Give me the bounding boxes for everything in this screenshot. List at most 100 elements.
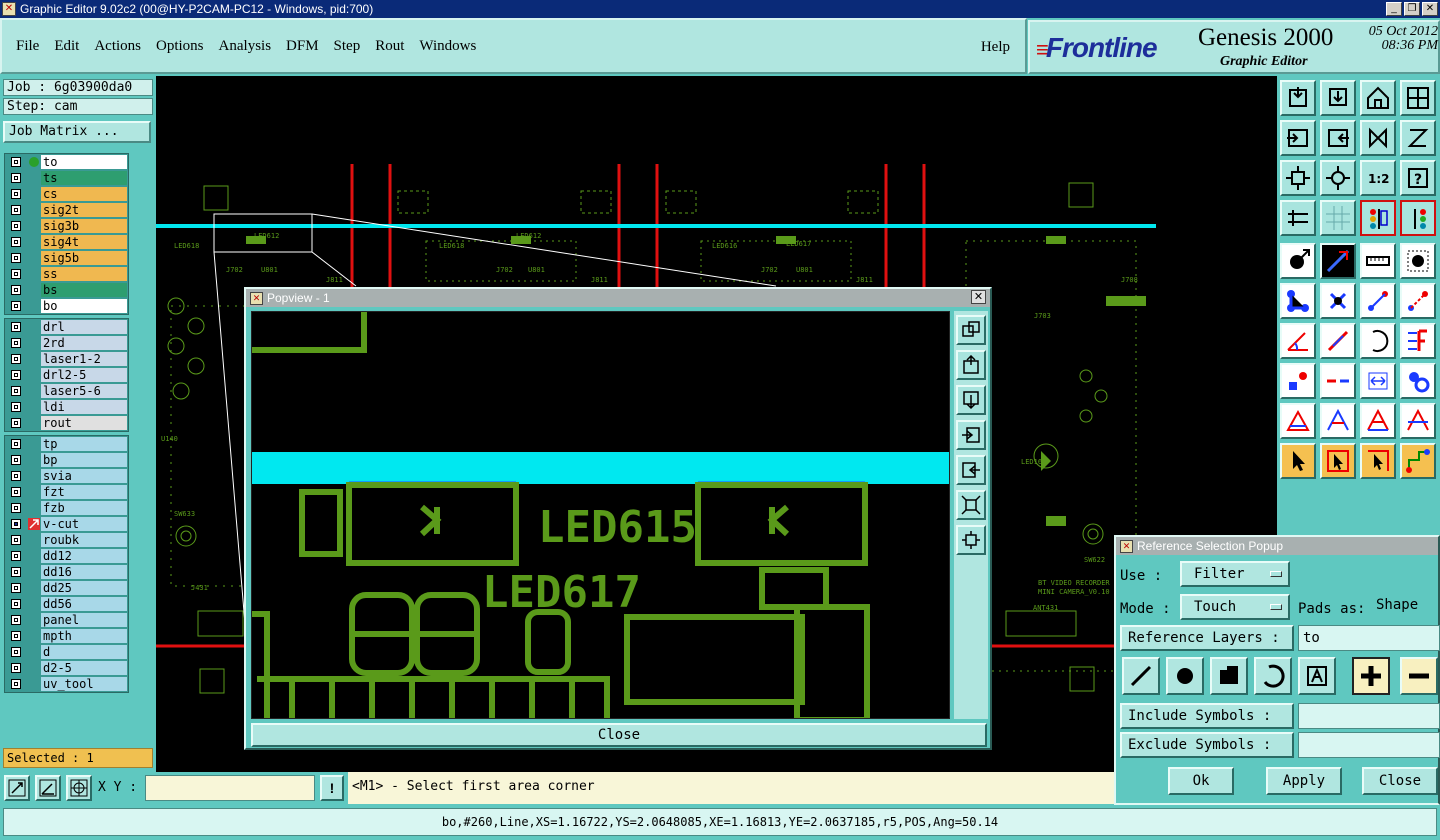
- layer-name[interactable]: ss: [41, 267, 127, 281]
- ref-include-plus-icon[interactable]: [1352, 657, 1390, 695]
- layer-name[interactable]: d: [41, 645, 127, 659]
- layer-row-rout[interactable]: rout: [5, 415, 128, 431]
- zoom-home-icon[interactable]: [1280, 80, 1316, 116]
- layer-checkbox[interactable]: [11, 221, 21, 231]
- break-icon[interactable]: [1320, 363, 1356, 399]
- layer-name[interactable]: dd56: [41, 597, 127, 611]
- layer-name[interactable]: mpth: [41, 629, 127, 643]
- layer-name[interactable]: d2-5: [41, 661, 127, 675]
- layer-name[interactable]: rout: [41, 416, 127, 430]
- layer-name[interactable]: sig5b: [41, 251, 127, 265]
- layer-checkbox[interactable]: [11, 615, 21, 625]
- pointer-area-icon[interactable]: [1360, 443, 1396, 479]
- pads-as-value[interactable]: Shape: [1370, 594, 1440, 620]
- layer-checkbox[interactable]: [11, 402, 21, 412]
- layer-checkbox[interactable]: [11, 285, 21, 295]
- popview-zoom-in-icon[interactable]: [956, 350, 986, 380]
- center-icon[interactable]: [1320, 160, 1356, 196]
- layer-row-2rd[interactable]: 2rd: [5, 335, 128, 351]
- restore-button[interactable]: ❐: [1404, 2, 1420, 16]
- reference-layers-input[interactable]: to: [1298, 625, 1440, 651]
- layer-row-sig2t[interactable]: sig2t: [5, 202, 128, 218]
- popview-zoom-out-icon[interactable]: [956, 385, 986, 415]
- mirror-icon[interactable]: [1360, 120, 1396, 156]
- layer-name[interactable]: v-cut: [41, 517, 127, 531]
- layer-name[interactable]: cs: [41, 187, 127, 201]
- copy-icon[interactable]: [1400, 283, 1436, 319]
- ref-exclude-minus-icon[interactable]: [1400, 657, 1438, 695]
- job-matrix-button[interactable]: Job Matrix ...: [3, 121, 151, 143]
- layer-checkbox[interactable]: [11, 455, 21, 465]
- layer-checkbox[interactable]: [11, 599, 21, 609]
- layer-checkbox[interactable]: [11, 253, 21, 263]
- layer-checkbox[interactable]: [11, 173, 21, 183]
- layer-checkbox[interactable]: [11, 269, 21, 279]
- select-feature-icon[interactable]: [1280, 243, 1316, 279]
- layer-name[interactable]: svia: [41, 469, 127, 483]
- use-select[interactable]: Filter: [1180, 561, 1290, 587]
- minimize-button[interactable]: _: [1386, 2, 1402, 16]
- layer-name[interactable]: laser1-2: [41, 352, 127, 366]
- layer-row-panel[interactable]: panel: [5, 612, 128, 628]
- measure-angle-icon[interactable]: [35, 775, 61, 801]
- home-icon[interactable]: [1360, 80, 1396, 116]
- mode-select[interactable]: Touch: [1180, 594, 1290, 620]
- layer-checkbox[interactable]: [11, 354, 21, 364]
- zoom-down-icon[interactable]: [1320, 80, 1356, 116]
- layer-row-laser1-2[interactable]: laser1-2: [5, 351, 128, 367]
- layer-name[interactable]: roubk: [41, 533, 127, 547]
- layer-checkbox[interactable]: [11, 551, 21, 561]
- menu-dfm[interactable]: DFM: [286, 38, 319, 55]
- delete-icon[interactable]: [1320, 283, 1356, 319]
- menu-edit[interactable]: Edit: [54, 38, 79, 55]
- include-symbols-input[interactable]: [1298, 703, 1440, 729]
- layer-checkbox[interactable]: [11, 418, 21, 428]
- measure-icon[interactable]: [1280, 200, 1316, 236]
- layer-checkbox[interactable]: [11, 189, 21, 199]
- pointer-box-icon[interactable]: [1320, 443, 1356, 479]
- popview-zoom-view[interactable]: LED615 LED617: [252, 312, 950, 719]
- layer-name[interactable]: dd25: [41, 581, 127, 595]
- layer-checkbox[interactable]: [11, 503, 21, 513]
- layer-row-sig3b[interactable]: sig3b: [5, 218, 128, 234]
- xy-input[interactable]: [145, 775, 315, 801]
- layer-row-fzb[interactable]: fzb: [5, 500, 128, 516]
- transform-icon[interactable]: [1280, 363, 1316, 399]
- menu-help[interactable]: Help: [981, 39, 1010, 56]
- layer-name[interactable]: dd12: [41, 549, 127, 563]
- layer-name[interactable]: fzb: [41, 501, 127, 515]
- include-symbols-button[interactable]: Include Symbols :: [1120, 703, 1294, 729]
- slash-icon[interactable]: [1320, 323, 1356, 359]
- layer-name[interactable]: tp: [41, 437, 127, 451]
- ok-button[interactable]: Ok: [1168, 767, 1234, 795]
- layer-checkbox[interactable]: [11, 535, 21, 545]
- pan-right-icon[interactable]: [1320, 120, 1356, 156]
- popview-pan-left-icon[interactable]: [956, 420, 986, 450]
- popview-canvas[interactable]: LED615 LED617: [251, 311, 950, 719]
- layer-checkbox[interactable]: [11, 439, 21, 449]
- layer-row-ldi[interactable]: ldi: [5, 399, 128, 415]
- layer-row-bp[interactable]: bp: [5, 452, 128, 468]
- stretch-icon[interactable]: [1360, 363, 1396, 399]
- help-icon[interactable]: ?: [1400, 160, 1436, 196]
- exclamation-button[interactable]: !: [320, 775, 344, 801]
- layer-checkbox[interactable]: [11, 487, 21, 497]
- popview-titlebar[interactable]: ✕ Popview - 1 ✕: [246, 289, 990, 307]
- layer-name[interactable]: fzt: [41, 485, 127, 499]
- polygon-icon[interactable]: [1280, 403, 1316, 439]
- layer-name[interactable]: sig3b: [41, 219, 127, 233]
- fit-icon[interactable]: [1280, 160, 1316, 196]
- layer-name[interactable]: panel: [41, 613, 127, 627]
- pointer-net-icon[interactable]: [1400, 443, 1436, 479]
- ref-arc-icon[interactable]: [1254, 657, 1292, 695]
- resize-icon[interactable]: [1400, 323, 1436, 359]
- layer-checkbox[interactable]: [11, 583, 21, 593]
- layer-checkbox[interactable]: [11, 519, 21, 529]
- layer-row-dd12[interactable]: dd12: [5, 548, 128, 564]
- layer-row-d2-5[interactable]: d2-5: [5, 660, 128, 676]
- layer-name[interactable]: drl2-5: [41, 368, 127, 382]
- layer-name[interactable]: bs: [41, 283, 127, 297]
- layer-row-dd56[interactable]: dd56: [5, 596, 128, 612]
- layer-checkbox[interactable]: [11, 567, 21, 577]
- shape-icon[interactable]: [1400, 363, 1436, 399]
